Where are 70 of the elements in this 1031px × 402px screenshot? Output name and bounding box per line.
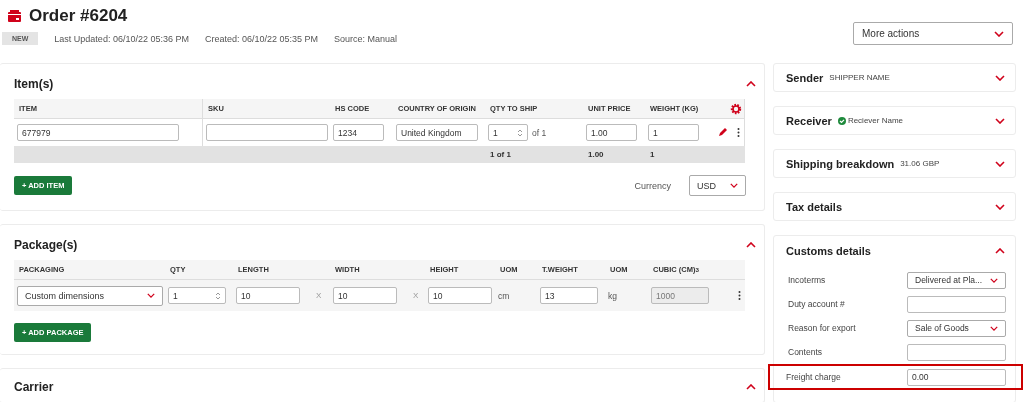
section-title: Carrier [14,380,54,394]
input-field[interactable] [907,343,1006,361]
caret-icon [730,183,738,188]
order-meta: Source: Manual [334,33,398,44]
collapse-icon[interactable] [746,384,756,390]
spinner-icon [517,128,523,137]
input-field[interactable]: 0.00 [907,368,1006,386]
unit-label: cm [498,290,510,301]
section-title: Item(s) [14,77,54,91]
panel-title: Tax details [786,200,843,213]
length-field[interactable]: 10 [236,287,300,304]
weight-sum: 1 [649,150,656,159]
qty-sum: 1 of 1 [489,150,512,159]
order-meta: Last Updated: 06/10/22 05:36 PM [54,33,189,44]
field-label: Freight charge [786,372,841,382]
item-field[interactable]: 677979 [17,124,179,141]
weight-field[interactable]: 13 [540,287,598,304]
select-field[interactable]: Sale of Goods [907,319,1006,337]
qty-field[interactable]: 1 [488,124,528,141]
hs-code-field[interactable]: 1234 [333,124,384,141]
expand-icon[interactable] [995,117,1005,124]
collapse-icon[interactable] [995,248,1005,254]
times-sign: X [316,291,322,300]
field-label: Duty account # [788,299,845,309]
settings-icon[interactable] [730,102,742,115]
cubic-field: 1000 [651,287,709,304]
collapse-icon[interactable] [746,81,756,87]
panel-title: Shipping breakdown [786,157,895,170]
select-field[interactable]: Delivered at Pla... [907,271,1006,289]
currency-select[interactable]: USD [689,175,746,196]
edit-icon[interactable] [717,128,727,137]
spinner-icon [215,291,221,300]
caret-icon [990,277,998,283]
unit-price-field[interactable]: 1.00 [586,124,637,141]
country-field[interactable]: United Kingdom [396,124,478,141]
caret-icon [994,30,1004,37]
sku-field[interactable] [206,124,328,141]
panel-title: Customs details [786,245,871,257]
expand-icon[interactable] [995,74,1005,81]
order-meta: Created: 06/10/22 05:35 PM [204,33,319,44]
more-icon[interactable] [737,291,741,300]
more-actions-dropdown[interactable]: More actions [853,22,1013,45]
field-label: Contents [788,347,823,357]
input-field[interactable] [907,295,1006,313]
height-field[interactable]: 10 [428,287,492,304]
field-label: Reason for export [788,323,856,333]
expand-icon[interactable] [995,203,1005,210]
panel-title: Receiver [786,114,832,127]
caret-icon [147,293,155,298]
qty-total: of 1 [532,127,547,138]
panel-title: Sender [786,71,824,84]
collapse-icon[interactable] [746,242,756,248]
price-sum: 1.00 [587,150,605,159]
caret-icon [990,325,998,331]
field-label: Incoterms [788,275,826,285]
times-sign: X [413,291,419,300]
currency-label: Currency [634,180,671,191]
panel-subtitle: 31.06 GBP [900,159,940,168]
section-title: Package(s) [14,238,78,252]
width-field[interactable]: 10 [333,287,397,304]
packaging-select[interactable]: Custom dimensions [17,285,163,306]
order-title: Order #6204 [29,6,128,26]
box-icon [8,10,21,22]
panel-subtitle: Reciever Name [847,116,903,125]
qty-field[interactable]: 1 [168,287,226,304]
weight-field[interactable]: 1 [648,124,699,141]
expand-icon[interactable] [995,160,1005,167]
panel-subtitle: SHIPPER NAME [829,73,890,82]
unit-label: kg [608,290,617,301]
more-icon[interactable] [736,128,740,137]
